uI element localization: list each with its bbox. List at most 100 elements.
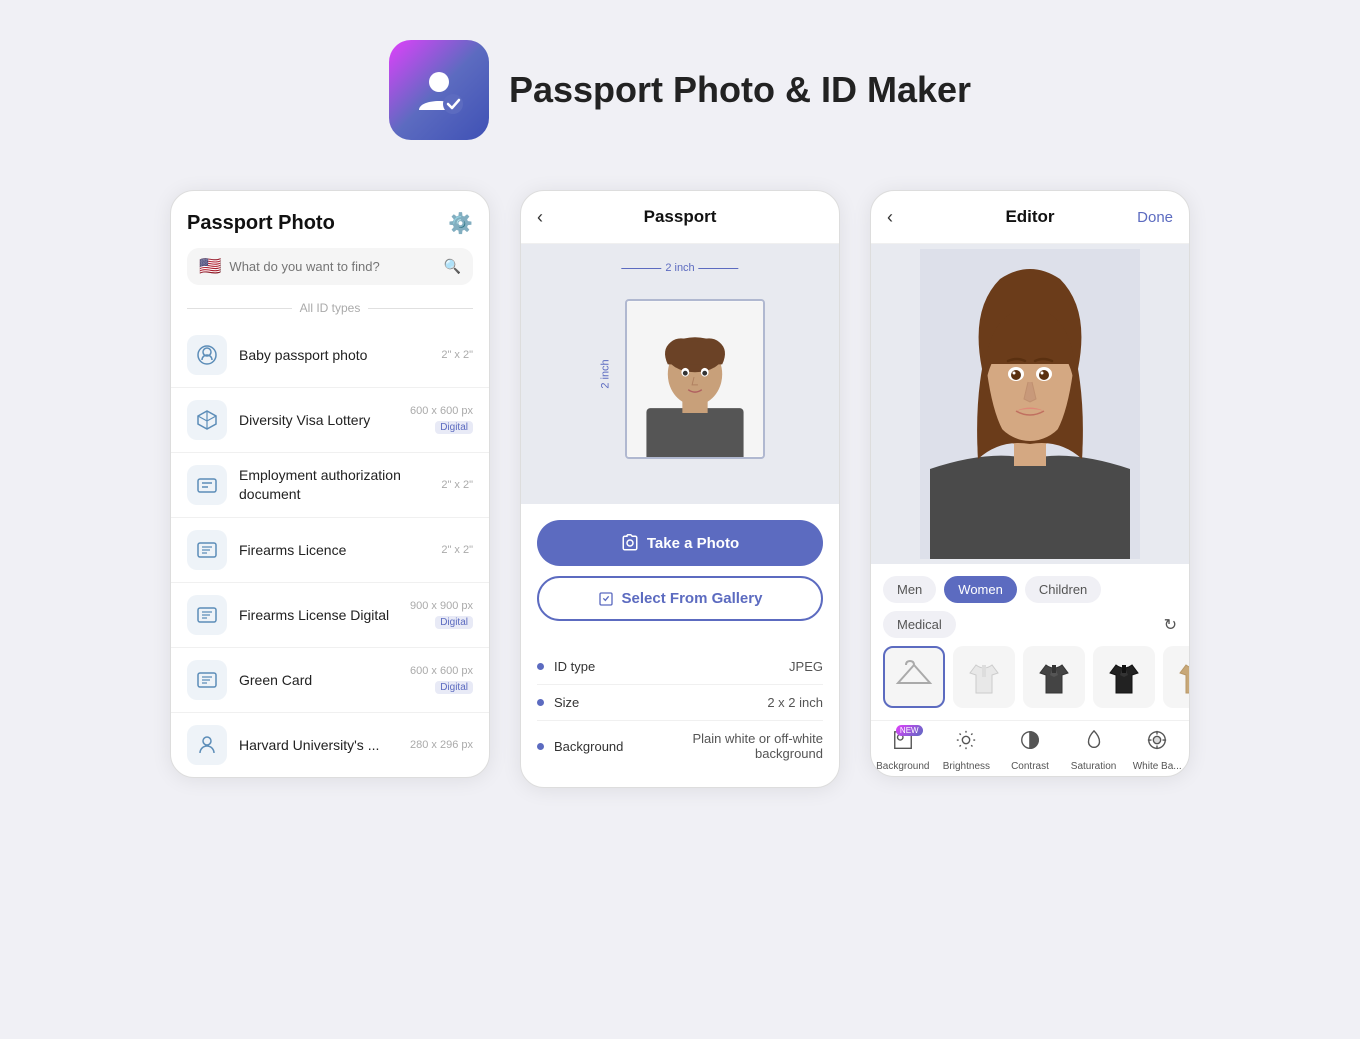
- gallery-button[interactable]: Select From Gallery: [537, 576, 823, 621]
- dimension-h: 2 inch: [621, 262, 738, 274]
- category-children[interactable]: Children: [1025, 576, 1101, 603]
- flag-icon: 🇺🇸: [199, 256, 221, 277]
- photo-area: 2 inch 2 inch: [521, 244, 839, 504]
- category-men[interactable]: Men: [883, 576, 936, 603]
- brightness-icon: [955, 729, 977, 757]
- tool-contrast[interactable]: Contrast: [998, 729, 1062, 772]
- phone1-header: Passport Photo ⚙️: [171, 191, 489, 248]
- item-name: Diversity Visa Lottery: [239, 412, 370, 428]
- back-button[interactable]: ‹: [537, 207, 543, 228]
- action-buttons: Take a Photo Select From Gallery: [521, 504, 839, 637]
- list-item[interactable]: Employment authorization document 2" x 2…: [171, 453, 489, 518]
- outfit-item-tan-blazer[interactable]: [1163, 646, 1189, 708]
- category-women[interactable]: Women: [944, 576, 1017, 603]
- tool-white-balance[interactable]: White Ba...: [1125, 729, 1189, 772]
- phones-container: Passport Photo ⚙️ 🇺🇸 🔍 All ID types Baby…: [170, 190, 1190, 788]
- tool-contrast-label: Contrast: [1011, 761, 1049, 772]
- item-name: Firearms License Digital: [239, 607, 389, 623]
- item-info: Employment authorization document: [239, 466, 429, 504]
- item-info: Diversity Visa Lottery: [239, 411, 398, 430]
- info-section: ID type JPEG Size 2 x 2 inch Background …: [521, 637, 839, 787]
- item-name: Green Card: [239, 672, 312, 688]
- tool-white-balance-label: White Ba...: [1133, 761, 1182, 772]
- item-icon: [187, 465, 227, 505]
- phone-passport: ‹ Passport 2 inch 2 inch: [520, 190, 840, 788]
- tool-saturation-label: Saturation: [1071, 761, 1117, 772]
- search-input[interactable]: [229, 259, 435, 274]
- refresh-button[interactable]: ↻: [1164, 615, 1177, 635]
- done-button[interactable]: Done: [1137, 209, 1173, 226]
- gallery-label: Select From Gallery: [622, 590, 763, 607]
- item-info: Green Card: [239, 671, 398, 690]
- outfit-item-white-shirt[interactable]: [953, 646, 1015, 708]
- category-medical[interactable]: Medical: [883, 611, 956, 638]
- item-meta: 600 x 600 px Digital: [410, 665, 473, 695]
- tool-brightness[interactable]: Brightness: [935, 729, 999, 772]
- tool-background-label: Background: [876, 761, 929, 772]
- app-title: Passport Photo & ID Maker: [509, 69, 971, 111]
- category-tabs: Men Women Children Medical ↻: [871, 564, 1189, 646]
- item-icon: [187, 660, 227, 700]
- item-icon: [187, 595, 227, 635]
- dot-icon: [537, 663, 544, 670]
- new-badge: NEW: [896, 725, 923, 736]
- item-size: 600 x 600 px: [410, 665, 473, 677]
- list-item[interactable]: Diversity Visa Lottery 600 x 600 px Digi…: [171, 388, 489, 453]
- search-bar: 🇺🇸 🔍: [187, 248, 473, 285]
- item-meta: 280 x 296 px: [410, 739, 473, 751]
- item-info: Baby passport photo: [239, 346, 429, 365]
- item-size: 600 x 600 px: [410, 405, 473, 417]
- info-value: Plain white or off-white background: [633, 731, 823, 761]
- outfit-item-dark-suit[interactable]: [1023, 646, 1085, 708]
- take-photo-button[interactable]: Take a Photo: [537, 520, 823, 566]
- take-photo-label: Take a Photo: [647, 535, 739, 552]
- phone3-header: ‹ Editor Done: [871, 191, 1189, 244]
- item-meta: 2" x 2": [441, 479, 473, 491]
- item-size: 2" x 2": [441, 349, 473, 361]
- list-item[interactable]: Baby passport photo 2" x 2": [171, 323, 489, 388]
- divider: All ID types: [171, 297, 489, 323]
- info-item-bg: Background Plain white or off-white back…: [537, 721, 823, 771]
- item-name: Firearms Licence: [239, 542, 346, 558]
- item-badge: Digital: [435, 681, 473, 694]
- editor-photo-area: [871, 244, 1189, 564]
- divider-label: All ID types: [300, 301, 361, 315]
- item-meta: 2" x 2": [441, 349, 473, 361]
- app-header: Passport Photo & ID Maker: [389, 40, 971, 140]
- saturation-icon: [1083, 729, 1105, 757]
- outfit-row: [871, 646, 1189, 720]
- contrast-icon: [1019, 729, 1041, 757]
- white-balance-icon: [1146, 729, 1168, 757]
- list-item[interactable]: Firearms License Digital 900 x 900 px Di…: [171, 583, 489, 648]
- tool-brightness-label: Brightness: [943, 761, 990, 772]
- item-icon: [187, 725, 227, 765]
- list-item[interactable]: Harvard University's ... 280 x 296 px: [171, 713, 489, 777]
- item-name: Harvard University's ...: [239, 737, 379, 753]
- list-item[interactable]: Green Card 600 x 600 px Digital: [171, 648, 489, 713]
- phone3-title: Editor: [1005, 207, 1054, 227]
- tool-saturation[interactable]: Saturation: [1062, 729, 1126, 772]
- item-meta: 900 x 900 px Digital: [410, 600, 473, 630]
- item-size: 900 x 900 px: [410, 600, 473, 612]
- dot-icon: [537, 699, 544, 706]
- item-name: Employment authorization document: [239, 467, 401, 502]
- phone1-title: Passport Photo: [187, 212, 335, 235]
- item-name: Baby passport photo: [239, 347, 367, 363]
- item-icon: [187, 530, 227, 570]
- divider-line-right: [368, 308, 473, 309]
- item-icon: [187, 335, 227, 375]
- info-value: 2 x 2 inch: [767, 695, 823, 710]
- settings-icon[interactable]: ⚙️: [448, 211, 473, 236]
- outfit-item-black-suit[interactable]: [1093, 646, 1155, 708]
- divider-line-left: [187, 308, 292, 309]
- phone2-header: ‹ Passport: [521, 191, 839, 244]
- photo-frame: [625, 299, 765, 459]
- back-button[interactable]: ‹: [887, 207, 893, 228]
- tool-background[interactable]: NEW Background: [871, 729, 935, 772]
- list-item[interactable]: Firearms Licence 2" x 2": [171, 518, 489, 583]
- outfit-item-none[interactable]: [883, 646, 945, 708]
- app-icon: [389, 40, 489, 140]
- info-item-size: Size 2 x 2 inch: [537, 685, 823, 721]
- info-item-idtype: ID type JPEG: [537, 649, 823, 685]
- id-list: Baby passport photo 2" x 2" Diversity Vi…: [171, 323, 489, 777]
